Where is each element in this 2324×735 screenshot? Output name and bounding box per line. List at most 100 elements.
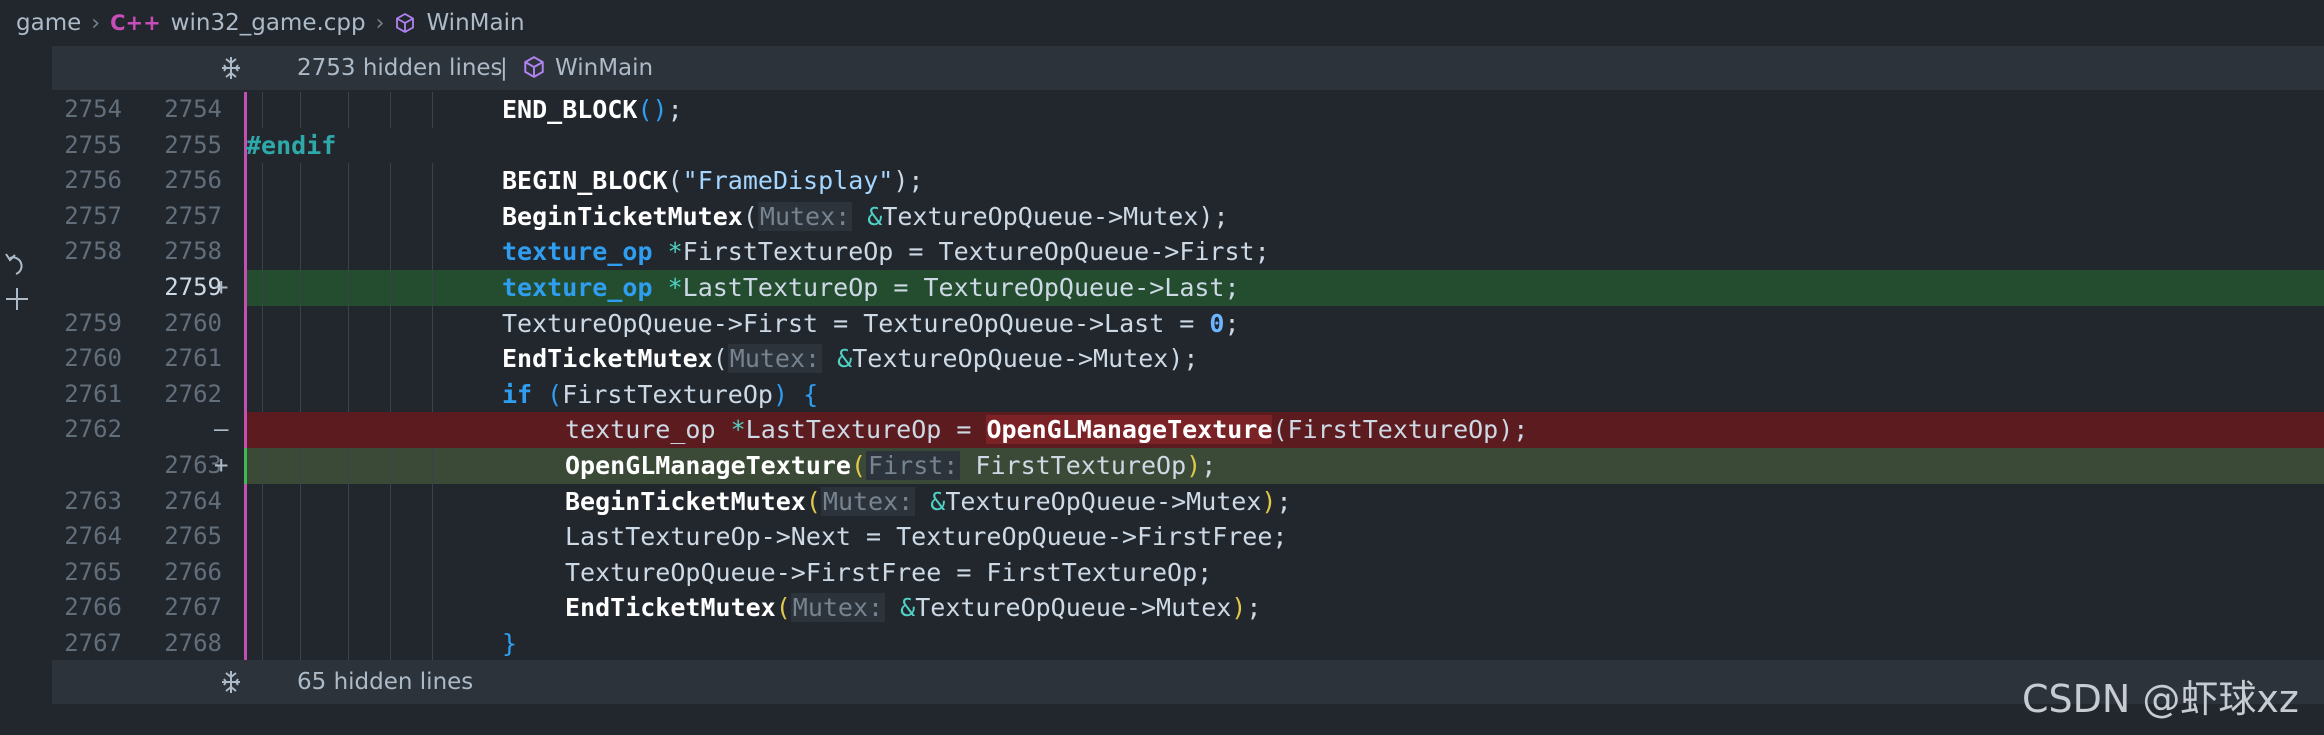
- code-text: BeginTicketMutex(Mutex: &TextureOpQueue-…: [502, 199, 1229, 235]
- code-token: *: [667, 273, 683, 302]
- breadcrumb-file[interactable]: win32_game.cpp: [171, 10, 366, 36]
- cube-icon: [394, 12, 416, 34]
- diff-gutter: [0, 46, 52, 735]
- new-line-number: 2760: [164, 308, 222, 337]
- code-token: texture_op: [565, 415, 731, 445]
- old-line-number: 2765: [64, 557, 122, 586]
- hidden-lines-bottom[interactable]: 65 hidden lines: [52, 660, 2324, 704]
- old-line-number: 2762: [64, 415, 122, 444]
- change-bar: [244, 305, 247, 342]
- indent-guide: [390, 590, 391, 626]
- change-bar: [244, 412, 247, 448]
- old-line-number: 2758: [64, 237, 122, 266]
- hidden-lines-label: 65 hidden lines: [297, 669, 474, 695]
- code-line[interactable]: 2758 2758 texture_op *FirstTextureOp = Tex…: [52, 234, 2324, 270]
- code-token: OpenGLManageTexture: [565, 451, 851, 480]
- old-line-number: 2763: [64, 486, 122, 515]
- old-line-number: 2760: [64, 344, 122, 373]
- code-token: ): [772, 379, 789, 409]
- code-line[interactable]: 2763 2764 BeginTicketMutex(Mutex: &Texture…: [52, 483, 2324, 520]
- change-bar: [244, 270, 247, 306]
- code-line[interactable]: 2757 2757 BeginTicketMutex(Mutex: &Texture…: [52, 198, 2324, 235]
- code-line[interactable]: 2761 2762 if (FirstTextureOp) {: [52, 376, 2324, 413]
- code-line[interactable]: 2755 2755 #endif: [52, 127, 2324, 164]
- hidden-lines-top[interactable]: 2753 hidden lines | WinMain: [52, 46, 2324, 90]
- code-line[interactable]: 2756 2756 BEGIN_BLOCK("FrameDisplay");: [52, 163, 2324, 199]
- indent-guide: [432, 448, 433, 484]
- change-bar: [244, 590, 247, 626]
- indent-guide: [348, 554, 349, 591]
- old-line-number: 2756: [64, 166, 122, 195]
- indent-guide: [348, 270, 349, 306]
- cube-icon: [522, 55, 546, 85]
- code-line[interactable]: 2759 2760 TextureOpQueue->First = TextureO…: [52, 305, 2324, 342]
- indent-guide: [262, 519, 263, 555]
- new-line-number: 2756: [164, 166, 222, 195]
- change-bar: [244, 519, 247, 555]
- diff-actions: [2, 250, 36, 320]
- unfold-icon[interactable]: [218, 55, 244, 87]
- code-line[interactable]: 2765 2766 TextureOpQueue->FirstFree = Firs…: [52, 554, 2324, 591]
- code-line[interactable]: 2760 2761 EndTicketMutex(Mutex: &TextureOp…: [52, 341, 2324, 377]
- code-text: TextureOpQueue->First = TextureOpQueue->…: [502, 306, 1240, 342]
- breadcrumb-root[interactable]: game: [16, 10, 81, 36]
- indent-guide: [262, 92, 263, 128]
- code-line[interactable]: 2754 2754 END_BLOCK();: [52, 92, 2324, 128]
- change-bar: [244, 483, 247, 520]
- indent-guide: [432, 270, 433, 306]
- code-token: );: [893, 166, 924, 196]
- code-token: EndTicketMutex: [502, 344, 713, 374]
- code-text: END_BLOCK();: [502, 92, 683, 128]
- indent-guide: [300, 234, 301, 270]
- indent-guide: [300, 590, 301, 626]
- code-text: BEGIN_BLOCK("FrameDisplay");: [502, 163, 923, 199]
- indent-guide: [300, 448, 301, 484]
- code-token: texture_op: [502, 273, 653, 302]
- code-token: ;: [1276, 486, 1292, 516]
- code-token: TextureOpQueue->FirstFree = FirstTexture…: [565, 557, 1213, 587]
- indent-guide: [432, 198, 433, 235]
- indent-guide: [262, 483, 263, 520]
- code-token: TextureOpQueue->Mutex: [945, 486, 1262, 516]
- code-line[interactable]: 2767 2768}: [52, 626, 2324, 662]
- revert-icon[interactable]: [2, 250, 32, 320]
- code-text: OpenGLManageTexture(First: FirstTextureO…: [565, 448, 1216, 484]
- diff-marker: +: [214, 451, 229, 479]
- change-bar: [244, 376, 247, 413]
- breadcrumb-symbol[interactable]: WinMain: [426, 10, 524, 36]
- diff-editor[interactable]: 2754 2754 END_BLOCK(); 2755 2755 #endif 2756 27…: [52, 92, 2324, 662]
- code-token: EndTicketMutex: [565, 593, 776, 623]
- code-token: Mutex:: [820, 486, 916, 516]
- change-bar: [244, 448, 247, 484]
- code-token: &: [837, 344, 853, 374]
- code-line[interactable]: 2763 + OpenGLManageTexture(First: FirstTex…: [52, 448, 2324, 484]
- change-bar: [244, 626, 247, 662]
- indent-guide: [432, 554, 433, 591]
- new-line-number: 2759: [164, 273, 222, 301]
- code-line[interactable]: 2766 2767 EndTicketMutex(Mutex: &TextureOp…: [52, 590, 2324, 626]
- indent-guide: [432, 234, 433, 270]
- indent-guide: [262, 305, 263, 342]
- code-token: Mutex:: [757, 201, 853, 231]
- indent-guide: [300, 198, 301, 235]
- code-token: LastTextureOp =: [745, 415, 987, 445]
- indent-guide: [432, 626, 433, 662]
- code-line[interactable]: 2759 + texture_op *LastTextureOp = Texture…: [52, 270, 2324, 306]
- code-token: Mutex:: [727, 344, 823, 374]
- code-line[interactable]: 2762 — texture_op *LastTextureOp = OpenGLM…: [52, 412, 2324, 448]
- old-line-number: 2761: [64, 379, 122, 408]
- unfold-icon[interactable]: [218, 669, 244, 701]
- new-line-number: 2765: [164, 522, 222, 551]
- new-line-number: 2757: [164, 201, 222, 230]
- indent-guide: [262, 198, 263, 235]
- code-line[interactable]: 2764 2765 LastTextureOp->Next = TextureOpQ…: [52, 519, 2324, 555]
- code-token: ;: [1201, 451, 1217, 480]
- code-token: "FrameDisplay": [682, 166, 894, 196]
- indent-guide: [300, 305, 301, 342]
- code-token: (: [850, 451, 867, 480]
- code-token: 0: [1209, 308, 1225, 338]
- indent-guide: [390, 234, 391, 270]
- indent-guide: [390, 519, 391, 555]
- hidden-lines-label: 2753 hidden lines: [297, 55, 503, 81]
